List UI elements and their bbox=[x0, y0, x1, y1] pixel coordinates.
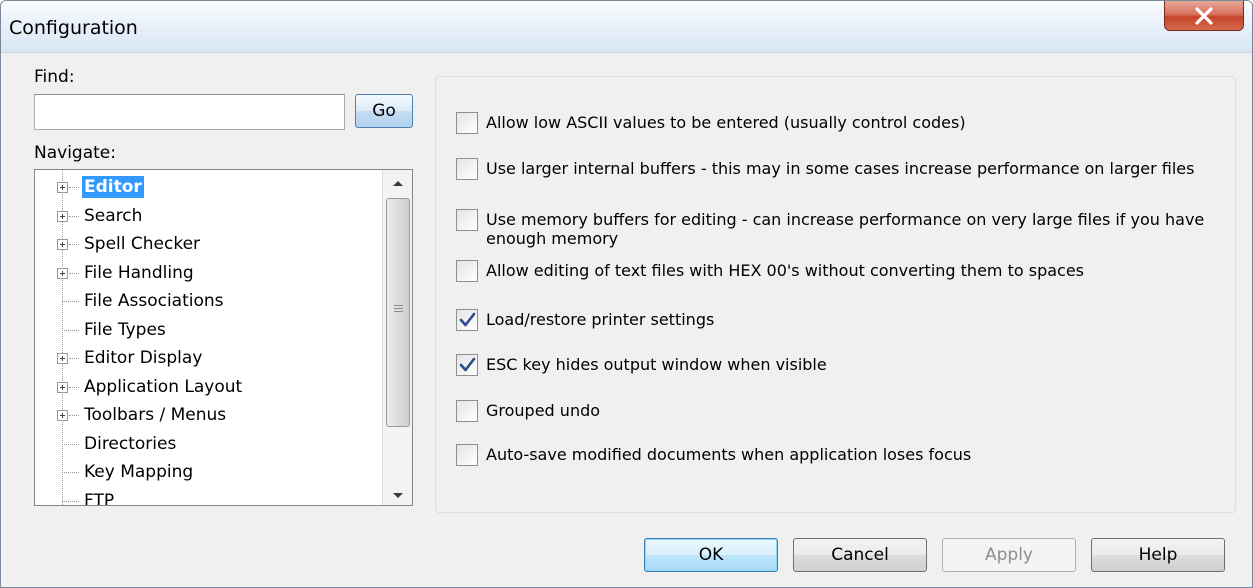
scroll-up-arrow-icon bbox=[392, 172, 404, 191]
tree-connector bbox=[62, 472, 79, 473]
tree-connector bbox=[69, 215, 79, 217]
expand-plus-icon[interactable] bbox=[57, 182, 68, 193]
expand-plus-icon[interactable] bbox=[57, 267, 68, 279]
tree-item[interactable]: Directories bbox=[35, 430, 381, 458]
find-label: Find: bbox=[34, 67, 75, 87]
option-checkbox[interactable] bbox=[456, 309, 478, 331]
tree-item[interactable]: File Types bbox=[35, 316, 381, 344]
navigate-tree[interactable]: Editor Search Spell Checker File Handling Fi… bbox=[34, 169, 413, 506]
close-x-icon bbox=[1194, 6, 1214, 25]
tree-item[interactable]: Toolbars / Menus bbox=[35, 401, 381, 429]
checkmark-icon bbox=[459, 357, 476, 372]
checkmark-icon bbox=[459, 312, 476, 327]
tree-item-label: Editor Display bbox=[84, 348, 203, 368]
tree-item-label: File Types bbox=[84, 319, 166, 340]
scroll-down-button[interactable] bbox=[383, 483, 412, 505]
tree-item-label: Spell Checker bbox=[84, 234, 201, 254]
tree-item[interactable]: File Handling bbox=[35, 259, 381, 287]
option-label[interactable]: Grouped undo bbox=[486, 401, 1216, 420]
tree-scrollbar[interactable] bbox=[382, 170, 412, 505]
go-button[interactable]: Go bbox=[355, 94, 413, 128]
option-checkbox[interactable] bbox=[456, 260, 478, 282]
option-checkbox[interactable] bbox=[456, 112, 478, 134]
tree-item-label: FTP bbox=[84, 490, 115, 506]
option-checkbox[interactable] bbox=[456, 354, 478, 376]
scroll-up-button[interactable] bbox=[383, 170, 412, 192]
tree-item-label: File Handling bbox=[84, 262, 194, 283]
option-label[interactable]: Auto-save modified documents when applic… bbox=[486, 445, 1216, 464]
configuration-dialog: Configuration Find: Go Navigate: Editor S… bbox=[0, 0, 1253, 588]
option-checkbox[interactable] bbox=[456, 209, 478, 231]
expand-plus-icon[interactable] bbox=[57, 239, 68, 250]
tree-item[interactable]: Editor bbox=[35, 173, 381, 201]
title-bar[interactable]: Configuration bbox=[1, 1, 1252, 53]
option-checkbox[interactable] bbox=[456, 400, 478, 422]
tree-connector bbox=[69, 386, 79, 388]
tree-connector bbox=[62, 329, 79, 331]
option-label[interactable]: Use memory buffers for editing - can inc… bbox=[486, 210, 1216, 248]
navigate-label: Navigate: bbox=[34, 143, 116, 163]
find-input[interactable] bbox=[34, 94, 345, 130]
tree-item[interactable]: FTP bbox=[35, 487, 381, 506]
tree-connector bbox=[69, 415, 79, 416]
option-label[interactable]: Allow editing of text files with HEX 00'… bbox=[486, 261, 1216, 280]
option-label[interactable]: Load/restore printer settings bbox=[486, 310, 1216, 329]
expand-plus-icon[interactable] bbox=[57, 210, 68, 222]
cancel-button[interactable]: Cancel bbox=[793, 538, 927, 572]
tree-item-label: File Associations bbox=[84, 291, 224, 311]
tree-connector bbox=[62, 443, 79, 445]
dialog-body: Find: Go Navigate: Editor Search Spell Che… bbox=[1, 53, 1252, 587]
tree-item-label: Search bbox=[84, 205, 143, 226]
expand-plus-icon[interactable] bbox=[57, 353, 68, 364]
scroll-grip-icon bbox=[394, 305, 403, 314]
tree-connector bbox=[69, 358, 79, 359]
tree-item-label: Application Layout bbox=[84, 376, 243, 397]
option-label[interactable]: ESC key hides output window when visible bbox=[486, 355, 1216, 374]
tree-item[interactable]: File Associations bbox=[35, 287, 381, 315]
tree-connector bbox=[69, 244, 79, 245]
help-button[interactable]: Help bbox=[1091, 538, 1225, 572]
tree-connector bbox=[62, 301, 79, 302]
tree-item[interactable]: Key Mapping bbox=[35, 458, 381, 486]
options-panel: Allow low ASCII values to be entered (us… bbox=[435, 76, 1236, 513]
tree-item-label: Editor bbox=[82, 176, 144, 198]
window-title: Configuration bbox=[9, 17, 138, 39]
expand-plus-icon[interactable] bbox=[57, 381, 68, 393]
ok-button[interactable]: OK bbox=[644, 538, 778, 572]
close-button[interactable] bbox=[1164, 1, 1244, 31]
option-checkbox[interactable] bbox=[456, 444, 478, 466]
tree-connector bbox=[69, 187, 79, 188]
scroll-down-arrow-icon bbox=[392, 485, 404, 504]
tree-item-label: Directories bbox=[84, 433, 177, 454]
tree-item-label: Toolbars / Menus bbox=[84, 405, 227, 425]
tree-connector bbox=[69, 272, 79, 274]
tree-item[interactable]: Spell Checker bbox=[35, 230, 381, 258]
scroll-thumb[interactable] bbox=[386, 198, 410, 427]
option-label[interactable]: Allow low ASCII values to be entered (us… bbox=[486, 113, 1216, 132]
expand-plus-icon[interactable] bbox=[57, 410, 68, 421]
tree-item[interactable]: Application Layout bbox=[35, 373, 381, 401]
option-checkbox[interactable] bbox=[456, 158, 478, 180]
tree-item[interactable]: Editor Display bbox=[35, 344, 381, 372]
tree-connector bbox=[62, 500, 79, 502]
option-label[interactable]: Use larger internal buffers - this may i… bbox=[486, 159, 1216, 178]
tree-item-label: Key Mapping bbox=[84, 462, 194, 482]
apply-button[interactable]: Apply bbox=[942, 538, 1076, 572]
tree-item[interactable]: Search bbox=[35, 202, 381, 230]
